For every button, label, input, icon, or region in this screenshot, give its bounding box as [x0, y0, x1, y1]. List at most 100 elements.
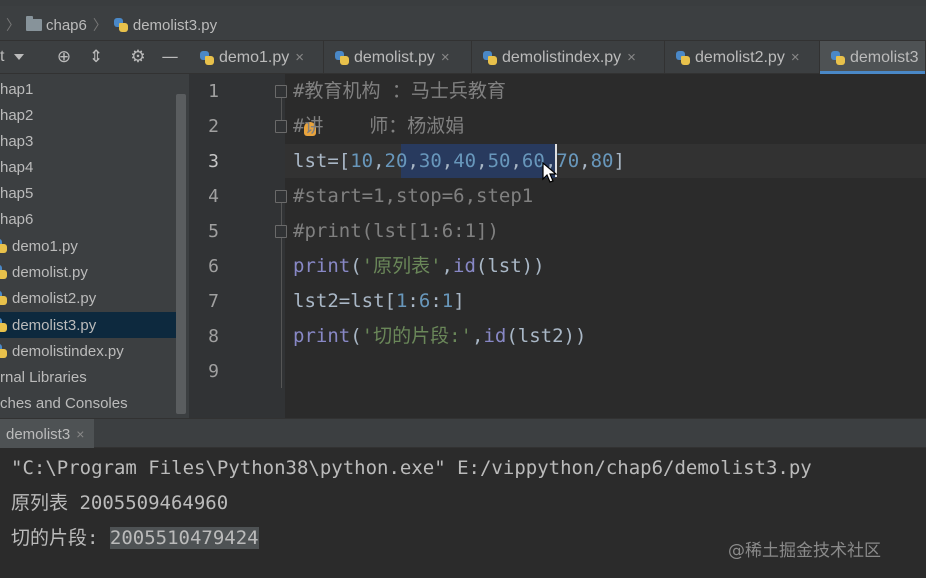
run-panel-header: demolist3 ×: [0, 418, 926, 449]
close-icon[interactable]: ×: [76, 426, 84, 442]
console-line: 原列表 2005509464960: [11, 492, 229, 514]
python-file-icon: [334, 50, 350, 66]
line-gutter: 1 2 3 4 5 6 7 8 9: [189, 74, 287, 418]
navigation-bar: 〉 chap6 〉 demolist3.py: [0, 0, 926, 41]
folder-icon: [26, 16, 42, 31]
collapse-all-icon[interactable]: ⇕: [86, 47, 106, 67]
python-file-icon: [0, 238, 8, 254]
line-number: 5: [208, 221, 219, 242]
code-line-6: print('原列表',id(lst)): [293, 255, 545, 277]
fold-guide: [281, 203, 282, 227]
editor-tabs: demo1.py × demolist.py × demolistindex.p…: [189, 41, 926, 74]
tree-scrollbar[interactable]: [176, 94, 186, 414]
fold-icon[interactable]: [275, 85, 287, 98]
run-tab[interactable]: demolist3 ×: [0, 419, 95, 449]
tab-demolist[interactable]: demolist.py ×: [324, 41, 472, 74]
tree-item-label: hap3: [0, 132, 34, 150]
locate-icon[interactable]: ⊕: [54, 47, 74, 67]
line-number: 9: [208, 361, 219, 382]
tree-item-label: rnal Libraries: [0, 368, 87, 386]
fold-guide: [281, 98, 282, 122]
close-icon[interactable]: ×: [441, 49, 450, 66]
tree-item-label: demo1.py: [12, 237, 78, 255]
tab-demolist3[interactable]: demolist3: [820, 41, 926, 74]
watermark: @稀土掘金技术社区: [728, 541, 881, 561]
tab-label: demolist2.py: [695, 48, 785, 66]
tree-item-scratches[interactable]: ches and Consoles: [0, 390, 176, 416]
fold-icon[interactable]: [275, 225, 287, 238]
tree-item-chap5[interactable]: hap5: [0, 180, 176, 206]
close-icon[interactable]: ×: [627, 49, 636, 66]
tree-item-label: demolistindex.py: [12, 342, 124, 360]
tab-demolist2[interactable]: demolist2.py ×: [665, 41, 820, 74]
tree-item-chap4[interactable]: hap4: [0, 154, 176, 180]
python-file-icon: [0, 317, 8, 333]
project-tree: hap1 hap2 hap3 hap4 hap5 hap6 demo1.py d…: [0, 74, 189, 418]
tab-demo1[interactable]: demo1.py ×: [189, 41, 324, 74]
code-line-2: #讲 师：杨淑娟: [293, 115, 465, 137]
line-number: 1: [208, 81, 219, 102]
code-line-5: #print(lst[1:6:1]): [293, 220, 499, 242]
fold-icon[interactable]: [275, 120, 287, 133]
tree-item-label: hap6: [0, 210, 34, 228]
fold-guide: [281, 238, 282, 388]
tree-item-label: demolist2.py: [12, 289, 97, 307]
code-line-3: lst=[10,20,30,40,50,60,70,80]: [293, 150, 625, 172]
tree-item-demolistindex[interactable]: demolistindex.py: [0, 338, 176, 364]
tree-item-chap3[interactable]: hap3: [0, 128, 176, 154]
tree-item-label: hap1: [0, 80, 34, 98]
tree-item-demolist[interactable]: demolist.py: [0, 259, 176, 285]
tree-item-label: demolist3.py: [12, 316, 97, 334]
line-number: 2: [208, 116, 219, 137]
tree-item-chap2[interactable]: hap2: [0, 102, 176, 128]
tree-item-chap1[interactable]: hap1: [0, 76, 176, 102]
run-tab-label: demolist3: [6, 425, 71, 443]
python-file-icon: [199, 50, 215, 66]
tree-item-label: ches and Consoles: [0, 394, 128, 412]
line-number: 8: [208, 326, 219, 347]
tab-label: demolist.py: [354, 48, 435, 66]
code-line-4: #start=1,stop=6,step1: [293, 185, 534, 207]
tab-demolistindex[interactable]: demolistindex.py ×: [472, 41, 665, 74]
close-icon[interactable]: ×: [295, 49, 304, 66]
breadcrumb-folder[interactable]: chap6: [46, 17, 87, 34]
tree-item-label: hap4: [0, 158, 34, 176]
line-number: 6: [208, 256, 219, 277]
tab-label: demolist3: [850, 48, 919, 66]
mouse-cursor-icon: [542, 162, 558, 183]
python-file-icon: [675, 50, 691, 66]
code-line-7: lst2=lst[1:6:1]: [293, 290, 465, 312]
toolbar-strip: [0, 0, 926, 6]
tree-item-label: demolist.py: [12, 263, 88, 281]
python-file-icon: [0, 290, 8, 306]
fold-icon[interactable]: [275, 190, 287, 203]
breadcrumb: 〉 chap6 〉 demolist3.py: [0, 14, 217, 36]
python-file-icon: [113, 17, 129, 33]
breadcrumb-file[interactable]: demolist3.py: [133, 17, 217, 34]
gear-icon[interactable]: ⚙: [128, 47, 148, 67]
console-prefix: 切的片段:: [11, 527, 110, 549]
python-file-icon: [482, 50, 498, 66]
line-number: 3: [208, 151, 219, 172]
python-file-icon: [0, 343, 8, 359]
tree-item-label: hap2: [0, 106, 34, 124]
code-line-8: print('切的片段:',id(lst2)): [293, 325, 587, 347]
python-file-icon: [830, 50, 846, 66]
project-panel-header: t ⊕ ⇕ ⚙ —: [0, 41, 189, 74]
close-icon[interactable]: ×: [791, 49, 800, 66]
project-view-selector[interactable]: t: [0, 48, 27, 66]
code-line-1: #教育机构 ：马士兵教育: [293, 80, 506, 102]
tree-item-demolist3[interactable]: demolist3.py: [0, 312, 176, 338]
console-selected-value: 2005510479424: [109, 527, 259, 549]
line-number: 4: [208, 186, 219, 207]
console-line: 切的片段: 2005510479424: [11, 521, 259, 555]
tree-item-external-libraries[interactable]: rnal Libraries: [0, 364, 176, 390]
chevron-right-icon: 〉: [6, 17, 20, 33]
console-line: "C:\Program Files\Python38\python.exe" E…: [11, 457, 812, 479]
tree-item-label: hap5: [0, 184, 34, 202]
hide-icon[interactable]: —: [160, 47, 180, 67]
tree-item-demo1[interactable]: demo1.py: [0, 233, 176, 259]
line-number: 7: [208, 291, 219, 312]
tree-item-demolist2[interactable]: demolist2.py: [0, 285, 176, 311]
tree-item-chap6[interactable]: hap6: [0, 206, 176, 232]
